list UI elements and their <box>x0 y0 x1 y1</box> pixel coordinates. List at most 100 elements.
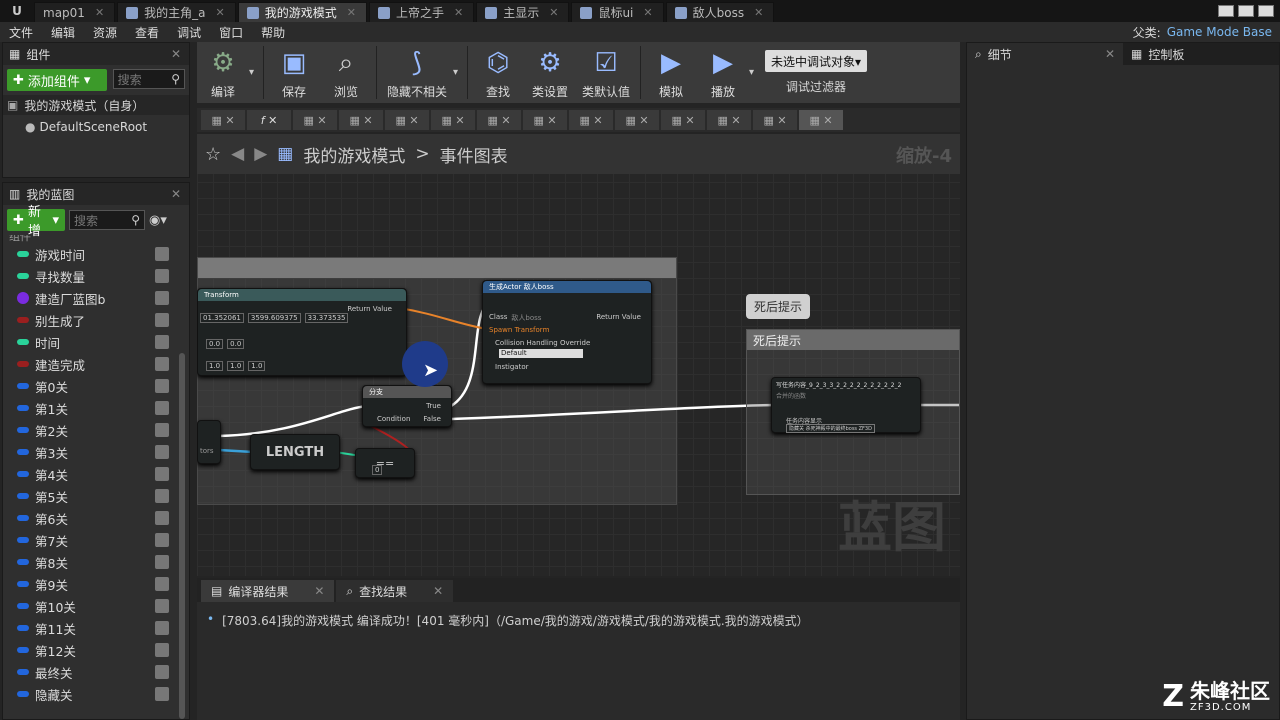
hide-unrelated-button[interactable]: ⟆ 隐藏不相关 <box>381 42 453 103</box>
variable-item[interactable]: 第6关 <box>3 507 189 529</box>
variable-item[interactable]: 第3关 <box>3 441 189 463</box>
graph-tab[interactable]: ▦ ✕ <box>431 110 475 130</box>
spawn-transform-pin[interactable]: Spawn Transform <box>489 326 549 334</box>
variable-item[interactable]: 寻找数量 <box>3 265 189 287</box>
equals-node[interactable]: == 0 <box>355 448 415 478</box>
close-icon[interactable]: ✕ <box>754 6 763 19</box>
true-pin[interactable]: True <box>426 402 441 410</box>
menu-edit[interactable]: 编辑 <box>42 24 84 41</box>
variable-item[interactable]: 隐藏关 <box>3 683 189 705</box>
close-icon[interactable]: ✕ <box>454 6 463 19</box>
log-line[interactable]: [7803.64]我的游戏模式 编译成功！[401 毫秒内]（/Game/我的游… <box>222 612 809 629</box>
visibility-eye-icon[interactable] <box>155 291 169 305</box>
visibility-eye-icon[interactable] <box>155 401 169 415</box>
close-window-icon[interactable] <box>1258 5 1274 17</box>
compile-button[interactable]: ⚙ 编译 <box>197 42 249 103</box>
close-icon[interactable]: ✕ <box>1105 47 1115 61</box>
graph-tab[interactable]: ▦ ✕ <box>293 110 337 130</box>
close-icon[interactable]: ✕ <box>95 6 104 19</box>
maximize-icon[interactable] <box>1238 5 1254 17</box>
scale-x[interactable]: 1.0 <box>206 361 224 371</box>
variable-item[interactable]: 游戏时间 <box>3 243 189 265</box>
collision-dropdown[interactable]: Default <box>499 349 583 358</box>
collision-pin[interactable]: Collision Handling Override <box>495 339 590 347</box>
visibility-eye-icon[interactable] <box>155 313 169 327</box>
visibility-eye-icon[interactable] <box>155 533 169 547</box>
comment-title[interactable]: 死后提示 <box>747 330 959 350</box>
write-task-node[interactable]: 写任务内容_9_2_3_3_2_2_2_2_2_2_2_2_2_2 合并的函数 … <box>771 377 921 433</box>
location-z[interactable]: 33.373535 <box>304 313 349 323</box>
menu-view[interactable]: 查看 <box>126 24 168 41</box>
graph-tab[interactable]: ▦ ✕ <box>385 110 429 130</box>
visibility-eye-icon[interactable] <box>155 247 169 261</box>
close-icon[interactable]: ✕ <box>549 6 558 19</box>
variable-item[interactable]: 别生成了 <box>3 309 189 331</box>
find-results-tab[interactable]: ⌕ 查找结果 ✕ <box>336 580 454 602</box>
find-button[interactable]: ⌬ 查找 <box>472 42 524 103</box>
variable-item[interactable]: 第9关 <box>3 573 189 595</box>
graph-tab[interactable]: ▦ ✕ <box>201 110 245 130</box>
play-button[interactable]: ▶ 播放 <box>697 42 749 103</box>
menu-debug[interactable]: 调试 <box>168 24 210 41</box>
out-actors-pin[interactable]: tors <box>200 447 214 455</box>
blueprint-search-input[interactable]: 搜索 ⚲ <box>69 210 145 230</box>
menu-help[interactable]: 帮助 <box>252 24 294 41</box>
visibility-eye-icon[interactable] <box>155 379 169 393</box>
branch-node[interactable]: 分支 True Condition False <box>362 385 452 427</box>
variable-item[interactable]: 最终关 <box>3 661 189 683</box>
variable-item[interactable]: 第5关 <box>3 485 189 507</box>
close-icon[interactable]: ✕ <box>171 187 181 201</box>
menu-file[interactable]: 文件 <box>0 24 42 41</box>
comment-bubble[interactable]: 死后提示 <box>746 294 811 319</box>
save-button[interactable]: ▣ 保存 <box>268 42 320 103</box>
variable-item[interactable]: 第11关 <box>3 617 189 639</box>
class-defaults-button[interactable]: ☑ 类默认值 <box>576 42 636 103</box>
class-pin[interactable]: Class 敌人boss <box>489 313 541 323</box>
eye-icon[interactable]: ◉▾ <box>149 213 167 228</box>
variable-item[interactable]: 建造完成 <box>3 353 189 375</box>
variable-item[interactable]: 第7关 <box>3 529 189 551</box>
event-graph-canvas[interactable]: ☆ ◀ ▶ ▦ 我的游戏模式 > 事件图表 缩放-4 Transform Ret… <box>197 134 960 576</box>
spawn-actor-node[interactable]: 生成Actor 敌人boss Class 敌人boss Return Value … <box>482 280 652 384</box>
condition-pin[interactable]: Condition <box>377 415 410 423</box>
location-y[interactable]: 3599.609375 <box>247 313 301 323</box>
variable-item[interactable]: 时间 <box>3 331 189 353</box>
doc-tab-game-mode[interactable]: 我的游戏模式 ✕ <box>237 2 367 22</box>
close-icon[interactable]: ✕ <box>216 6 225 19</box>
graph-tab[interactable]: ▦ ✕ <box>661 110 705 130</box>
variable-item[interactable]: 第4关 <box>3 463 189 485</box>
scale-y[interactable]: 1.0 <box>227 361 245 371</box>
menu-asset[interactable]: 资源 <box>84 24 126 41</box>
return-value-pin[interactable]: Return Value <box>347 305 392 313</box>
visibility-eye-icon[interactable] <box>155 599 169 613</box>
visibility-eye-icon[interactable] <box>155 467 169 481</box>
graph-tab[interactable]: ▦ ✕ <box>339 110 383 130</box>
function-tab[interactable]: f ✕ <box>247 110 291 130</box>
scrollbar[interactable] <box>179 353 185 719</box>
make-transform-node[interactable]: Transform Return Value 01.352061 3599.60… <box>197 288 407 376</box>
visibility-eye-icon[interactable] <box>155 665 169 679</box>
get-actors-node[interactable]: tors <box>197 420 221 464</box>
variable-item[interactable]: 第12关 <box>3 639 189 661</box>
variable-item[interactable]: 第2关 <box>3 419 189 441</box>
doc-tab-gods-hand[interactable]: 上帝之手 ✕ <box>368 2 475 22</box>
doc-tab-main-display[interactable]: 主显示 ✕ <box>476 2 570 22</box>
graph-tab[interactable]: ▦ ✕ <box>569 110 613 130</box>
variable-item[interactable]: 第0关 <box>3 375 189 397</box>
graph-tab[interactable]: ▦ ✕ <box>615 110 659 130</box>
visibility-eye-icon[interactable] <box>155 511 169 525</box>
close-icon[interactable]: ✕ <box>314 584 324 598</box>
compiler-results-tab[interactable]: ▤ 编译器结果 ✕ <box>201 580 335 602</box>
class-settings-button[interactable]: ⚙ 类设置 <box>524 42 576 103</box>
visibility-eye-icon[interactable] <box>155 577 169 591</box>
rotation-z[interactable]: 0.0 <box>227 339 245 349</box>
graph-tab[interactable]: ▦ ✕ <box>523 110 567 130</box>
doc-tab-map01[interactable]: map01 ✕ <box>34 2 116 22</box>
rotation-y[interactable]: 0.0 <box>206 339 224 349</box>
visibility-eye-icon[interactable] <box>155 643 169 657</box>
variable-item[interactable]: 建造厂蓝图b <box>3 287 189 309</box>
location-x[interactable]: 01.352061 <box>200 313 244 323</box>
menu-window[interactable]: 窗口 <box>210 24 252 41</box>
close-icon[interactable]: ✕ <box>643 6 652 19</box>
task-param-value[interactable]: 隐藏关 杀死神殿中的最终boss ZF3D <box>786 424 875 433</box>
